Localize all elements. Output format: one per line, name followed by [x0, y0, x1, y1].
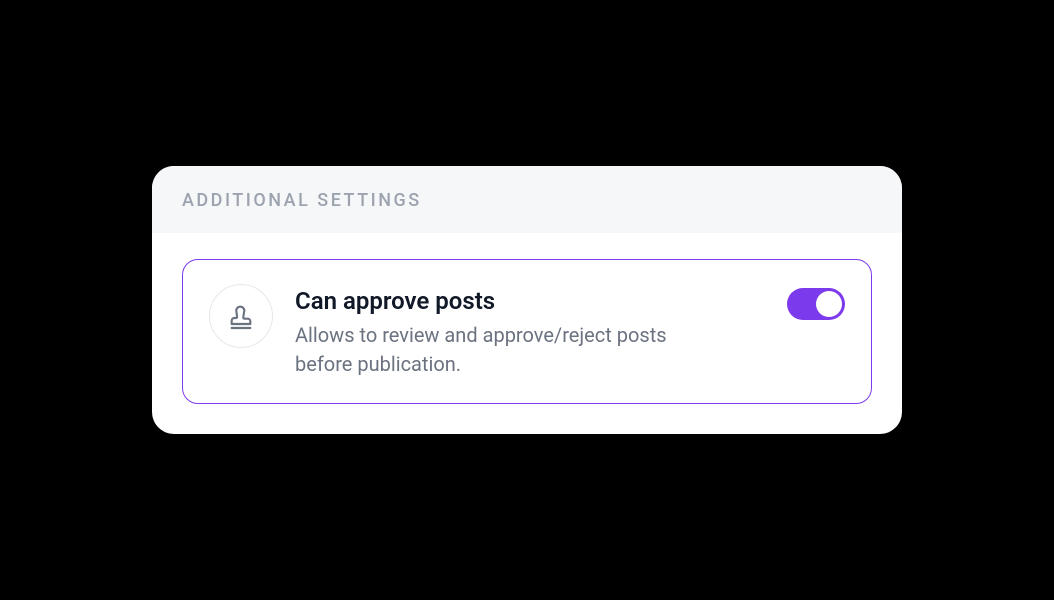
setting-approve-posts[interactable]: Can approve posts Allows to review and a…: [182, 259, 872, 404]
card-header: ADDITIONAL SETTINGS: [152, 166, 902, 233]
setting-text: Can approve posts Allows to review and a…: [295, 284, 765, 379]
toggle-approve-posts[interactable]: [787, 288, 845, 320]
stamp-icon: [209, 284, 273, 348]
card-body: Can approve posts Allows to review and a…: [152, 233, 902, 434]
settings-card: ADDITIONAL SETTINGS Can approve posts Al…: [152, 166, 902, 434]
setting-title: Can approve posts: [295, 286, 765, 317]
section-title: ADDITIONAL SETTINGS: [182, 190, 872, 211]
setting-description: Allows to review and approve/reject post…: [295, 321, 675, 379]
toggle-knob: [816, 291, 842, 317]
